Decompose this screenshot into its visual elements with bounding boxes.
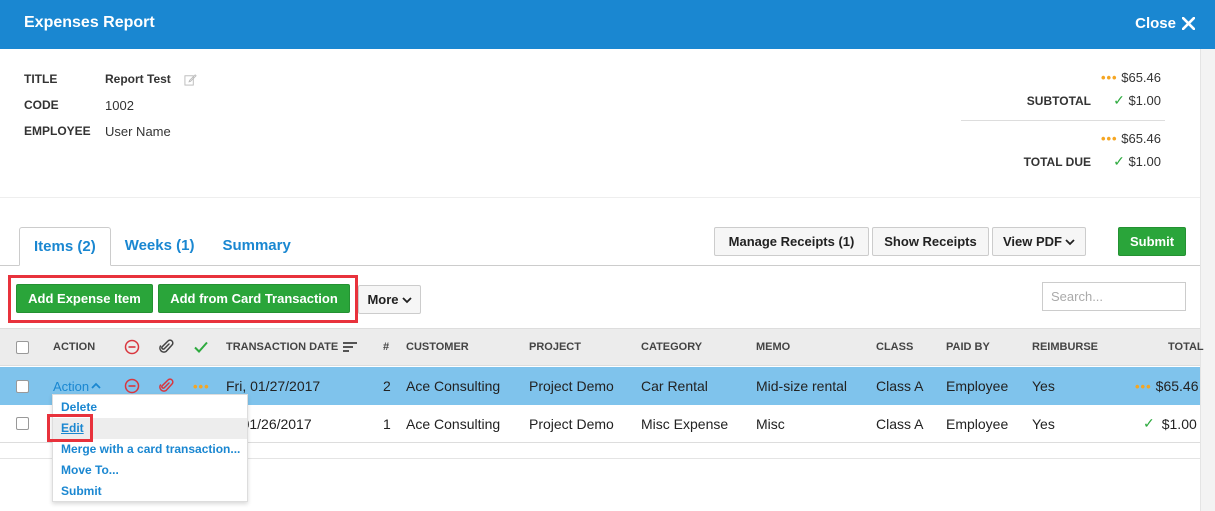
totals-divider <box>961 120 1165 121</box>
employee-value: User Name <box>105 124 171 139</box>
cell-project: Project Demo <box>529 415 614 432</box>
scrollbar[interactable] <box>1200 49 1215 511</box>
close-icon <box>1182 17 1195 30</box>
pending-icon: ••• <box>1135 378 1152 394</box>
remove-icon <box>124 339 140 355</box>
chevron-up-icon <box>91 382 101 389</box>
cell-reimburse: Yes <box>1032 378 1055 394</box>
action-label: Action <box>53 378 90 394</box>
cell-class: Class A <box>876 415 924 432</box>
view-pdf-button[interactable]: View PDF <box>992 227 1086 256</box>
chevron-down-icon <box>1065 238 1075 245</box>
cell-total: $1.00 <box>1161 415 1197 432</box>
col-transaction-date[interactable]: TRANSACTION DATE <box>226 329 358 365</box>
subtotal-pending: $65.46 <box>1121 70 1161 85</box>
view-pdf-label: View PDF <box>1002 234 1062 249</box>
tab-summary[interactable]: Summary <box>208 227 304 266</box>
col-action: ACTION <box>53 341 96 353</box>
cell-paid-by: Employee <box>946 415 1009 432</box>
search-input[interactable] <box>1042 282 1186 311</box>
pending-icon: ••• <box>1100 70 1118 85</box>
submit-button[interactable]: Submit <box>1118 227 1186 256</box>
subtotal-approved: $1.00 <box>1128 93 1161 108</box>
table-header: ACTION TRANSACTION DATE # CUSTOMER PROJE… <box>0 328 1204 366</box>
cell-customer: Ace Consulting <box>406 415 501 432</box>
show-receipts-label: Show Receipts <box>884 234 977 249</box>
code-value: 1002 <box>105 98 134 113</box>
cell-project: Project Demo <box>529 378 614 394</box>
col-total: TOTAL <box>1168 341 1204 353</box>
more-label: More <box>367 292 399 307</box>
menu-item-move-to[interactable]: Move To... <box>61 463 119 477</box>
menu-item-delete[interactable]: Delete <box>61 400 97 414</box>
cell-category: Car Rental <box>641 378 708 394</box>
tab-items[interactable]: Items (2) <box>19 227 111 266</box>
modal-title: Expenses Report <box>24 14 155 31</box>
col-paid-by: PAID BY <box>946 341 990 353</box>
cell-customer: Ace Consulting <box>406 378 501 394</box>
cell-paid-by: Employee <box>946 378 1009 394</box>
more-button[interactable]: More <box>358 285 421 314</box>
title-value: Report Test <box>105 72 171 86</box>
code-label: CODE <box>24 98 59 112</box>
check-icon <box>194 341 208 353</box>
manage-receipts-label: Manage Receipts (1) <box>728 234 855 249</box>
section-divider <box>0 197 1200 198</box>
show-receipts-button[interactable]: Show Receipts <box>872 227 989 256</box>
paperclip-icon <box>159 339 174 353</box>
pending-icon: ••• <box>193 378 210 394</box>
cell-total: $65.46 <box>1155 378 1199 394</box>
manage-receipts-button[interactable]: Manage Receipts (1) <box>714 227 869 256</box>
row-checkbox[interactable] <box>16 379 29 393</box>
menu-item-submit[interactable]: Submit <box>61 484 102 498</box>
approved-check-icon: ✓ <box>1113 153 1125 169</box>
submit-label: Submit <box>1129 234 1175 249</box>
close-button[interactable]: Close <box>1135 15 1195 32</box>
total-due-pending: $65.46 <box>1121 131 1161 146</box>
add-expense-item-button[interactable]: Add Expense Item <box>16 284 153 313</box>
tab-weeks[interactable]: Weeks (1) <box>111 227 209 266</box>
cell-memo: Mid-size rental <box>756 378 848 394</box>
add-from-card-label: Add from Card Transaction <box>170 291 338 306</box>
paperclip-icon[interactable] <box>158 378 174 394</box>
title-label: TITLE <box>24 72 58 86</box>
col-reimburse: REIMBURSE <box>1032 341 1099 353</box>
highlight-box <box>47 414 93 442</box>
add-from-card-button[interactable]: Add from Card Transaction <box>158 284 350 313</box>
modal-header: Expenses Report Close <box>0 0 1215 49</box>
col-category: CATEGORY <box>641 341 703 353</box>
total-due-label: TOTAL DUE <box>1023 155 1091 169</box>
tab-bar: Items (2) Weeks (1) Summary <box>19 227 305 266</box>
approved-check-icon: ✓ <box>1143 415 1155 431</box>
add-expense-item-label: Add Expense Item <box>28 291 141 306</box>
cell-memo: Misc <box>756 415 785 432</box>
cell-number: 1 <box>383 415 391 432</box>
total-due-approved: $1.00 <box>1128 154 1161 169</box>
cell-class: Class A <box>876 378 924 394</box>
approved-check-icon: ✓ <box>1113 92 1125 108</box>
select-all-checkbox[interactable] <box>16 340 29 354</box>
sort-icon[interactable] <box>343 341 358 353</box>
col-memo: MEMO <box>756 341 791 353</box>
subtotal-label: SUBTOTAL <box>1026 94 1091 108</box>
cell-reimburse: Yes <box>1032 415 1055 432</box>
action-menu: Delete Edit Merge with a card transactio… <box>52 394 248 502</box>
cell-category: Misc Expense <box>641 415 729 432</box>
col-class: CLASS <box>876 341 914 353</box>
employee-label: EMPLOYEE <box>24 124 91 138</box>
col-customer: CUSTOMER <box>406 341 469 353</box>
close-label: Close <box>1135 15 1176 32</box>
col-number: # <box>383 341 390 353</box>
row-checkbox[interactable] <box>16 417 29 430</box>
col-project: PROJECT <box>529 341 581 353</box>
edit-icon[interactable] <box>184 73 197 86</box>
menu-item-merge[interactable]: Merge with a card transaction... <box>61 442 240 456</box>
cell-number: 2 <box>383 378 391 394</box>
chevron-down-icon <box>401 296 412 303</box>
col-transaction-date-label: TRANSACTION DATE <box>226 341 339 353</box>
pending-icon: ••• <box>1100 131 1118 146</box>
remove-icon[interactable] <box>124 378 140 394</box>
